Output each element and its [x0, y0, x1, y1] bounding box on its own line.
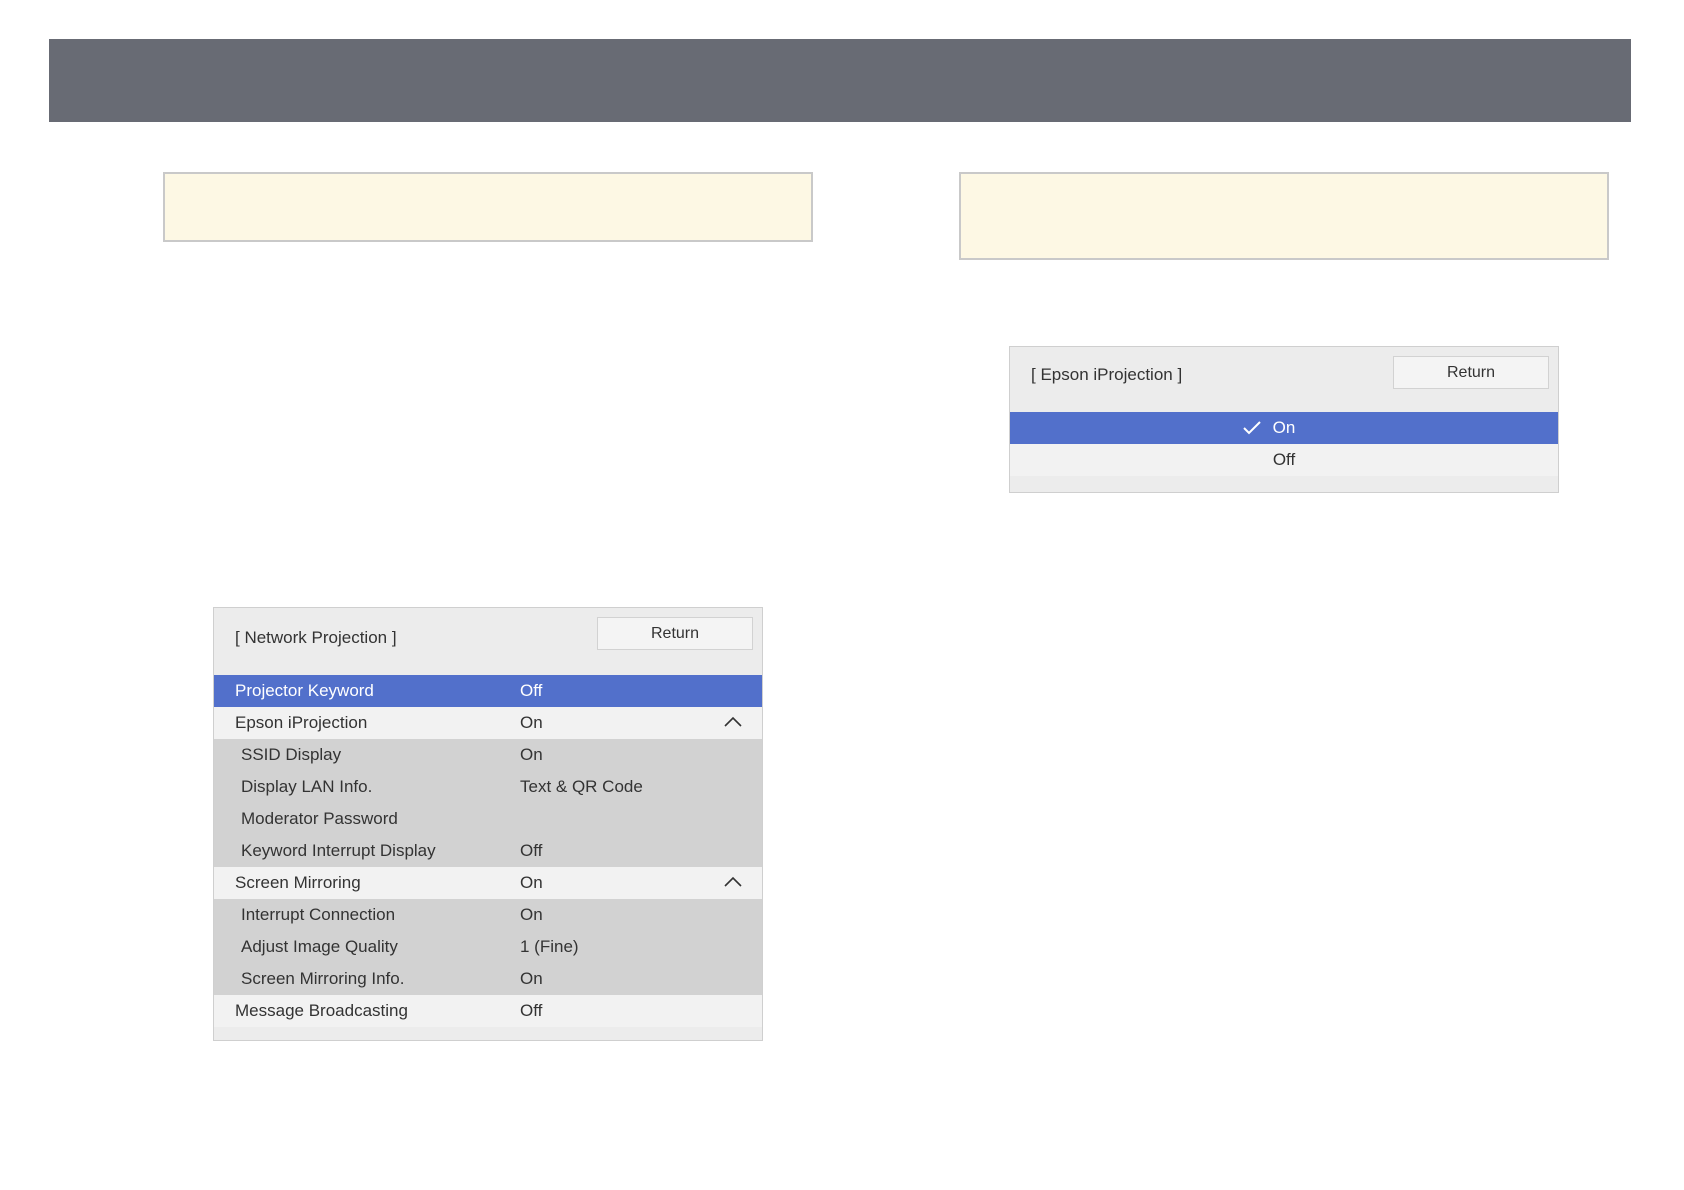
- row-label: Adjust Image Quality: [241, 937, 398, 956]
- menu-title: [ Epson iProjection ]: [1031, 365, 1183, 384]
- chevron-up-icon[interactable]: [724, 875, 742, 889]
- row-label: Moderator Password: [241, 809, 398, 828]
- epson-iprojection-menu: [ Epson iProjection ] Return On Off: [1009, 346, 1559, 493]
- menu-row-epson-iprojection[interactable]: Epson iProjection On: [214, 707, 762, 739]
- option-on[interactable]: On: [1010, 412, 1558, 444]
- menu-row-adjust-image-quality[interactable]: Adjust Image Quality 1 (Fine): [214, 931, 762, 963]
- option-label: Off: [1272, 450, 1296, 469]
- row-label: Projector Keyword: [235, 681, 374, 700]
- note-box-left: [163, 172, 813, 242]
- menu-header: [ Epson iProjection ] Return: [1010, 347, 1558, 412]
- row-label: Epson iProjection: [235, 713, 368, 732]
- row-label: SSID Display: [241, 745, 342, 764]
- top-header-bar: [49, 39, 1631, 122]
- menu-row-keyword-interrupt-display[interactable]: Keyword Interrupt Display Off: [214, 835, 762, 867]
- menu-row-interrupt-connection[interactable]: Interrupt Connection On: [214, 899, 762, 931]
- option-label: On: [1272, 418, 1296, 437]
- row-label: Screen Mirroring Info.: [241, 969, 405, 988]
- row-value: Off: [520, 1001, 543, 1020]
- menu-row-screen-mirroring[interactable]: Screen Mirroring On: [214, 867, 762, 899]
- menu-row-projector-keyword[interactable]: Projector Keyword Off: [214, 675, 762, 707]
- menu-title: [ Network Projection ]: [235, 628, 397, 647]
- chevron-up-icon[interactable]: [724, 715, 742, 729]
- menu-row-screen-mirroring-info[interactable]: Screen Mirroring Info. On: [214, 963, 762, 995]
- return-button[interactable]: Return: [1393, 356, 1549, 389]
- row-label: Interrupt Connection: [241, 905, 396, 924]
- row-value: Off: [520, 681, 543, 700]
- return-button[interactable]: Return: [597, 617, 753, 650]
- checkmark-icon: [1242, 421, 1261, 435]
- menu-row-message-broadcasting[interactable]: Message Broadcasting Off: [214, 995, 762, 1027]
- row-label: Screen Mirroring: [235, 873, 361, 892]
- row-value: Off: [520, 841, 543, 860]
- row-value: Text & QR Code: [520, 777, 643, 796]
- menu-row-display-lan-info[interactable]: Display LAN Info. Text & QR Code: [214, 771, 762, 803]
- network-projection-menu: [ Network Projection ] Return Projector …: [213, 607, 763, 1041]
- menu-row-ssid-display[interactable]: SSID Display On: [214, 739, 762, 771]
- option-off[interactable]: Off: [1010, 444, 1558, 476]
- row-value: On: [520, 873, 543, 892]
- note-box-right: [959, 172, 1609, 260]
- row-label: Message Broadcasting: [235, 1001, 408, 1020]
- row-value: On: [520, 969, 543, 988]
- row-value: On: [520, 905, 543, 924]
- menu-row-moderator-password[interactable]: Moderator Password: [214, 803, 762, 835]
- row-value: On: [520, 713, 543, 732]
- row-label: Keyword Interrupt Display: [241, 841, 436, 860]
- row-value: 1 (Fine): [520, 937, 579, 956]
- row-value: On: [520, 745, 543, 764]
- row-label: Display LAN Info.: [241, 777, 373, 796]
- menu-header: [ Network Projection ] Return: [214, 608, 762, 675]
